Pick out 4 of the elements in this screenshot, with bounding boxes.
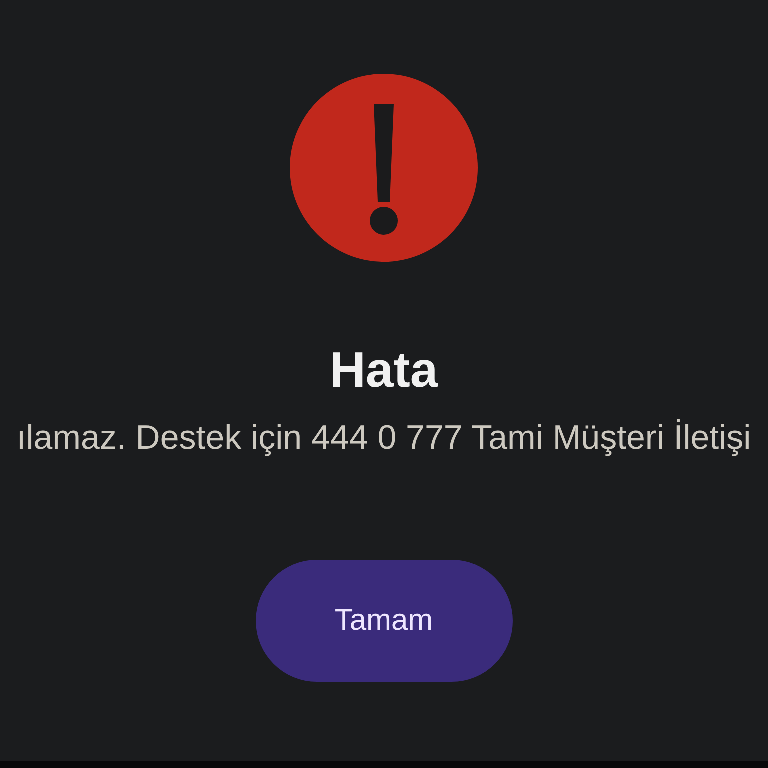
dialog-title: Hata bbox=[330, 342, 438, 398]
ok-button[interactable]: Tamam bbox=[256, 560, 512, 682]
exclamation-circle-icon bbox=[290, 74, 478, 262]
error-message: ılamaz. Destek için 444 0 777 Tami Müşteri İletişi bbox=[16, 418, 752, 458]
